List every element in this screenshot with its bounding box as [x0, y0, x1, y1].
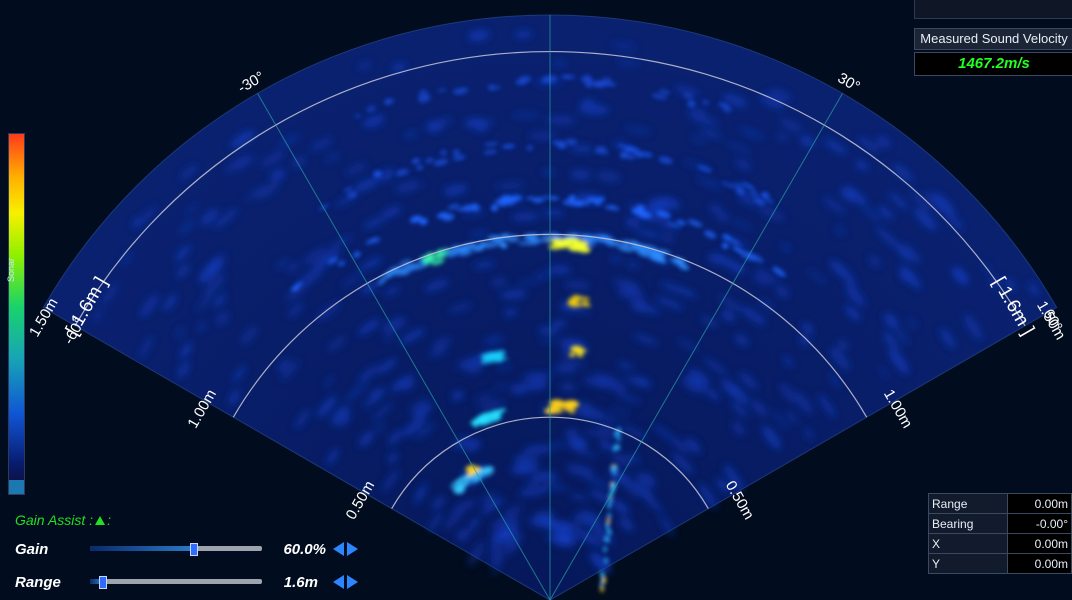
gain-stepper[interactable]: [333, 542, 361, 556]
sonar-display[interactable]: -60° -30° 30° 60° [ 1.6m ] [ 1.6m ] 0.50…: [0, 0, 1072, 600]
readout-bearing-value: -0.00°: [1007, 513, 1072, 534]
sound-velocity-panel: Measured Sound Velocity 1467.2m/s: [914, 0, 1072, 76]
color-scale-cap: [9, 480, 24, 494]
ring-label-0.50m-right: 0.50m: [722, 478, 758, 523]
readout-x-label: X: [928, 533, 1008, 554]
gain-assist-up-icon[interactable]: [95, 516, 106, 525]
gain-increase-icon[interactable]: [347, 542, 358, 556]
range-slider[interactable]: [90, 576, 262, 589]
gain-assist-label: Gain Assist :: [15, 512, 94, 528]
gain-slider-thumb[interactable]: [190, 543, 199, 556]
gain-value: 60.0%: [283, 541, 326, 558]
table-row: Range 0.00m: [928, 493, 1072, 514]
color-scale-bar: [8, 133, 25, 495]
table-row: Bearing -0.00°: [928, 513, 1072, 534]
gain-assist-colon: :: [107, 512, 111, 528]
sound-velocity-title: Measured Sound Velocity: [914, 28, 1072, 50]
range-stepper[interactable]: [333, 575, 361, 589]
top-toolbar-strip: [914, 0, 1072, 19]
gain-slider-fill: [90, 546, 194, 551]
table-row: Y 0.00m: [928, 553, 1072, 574]
cursor-readout-table: Range 0.00m Bearing -0.00° X 0.00m Y 0.00m: [928, 493, 1072, 574]
readout-bearing-label: Bearing: [928, 513, 1008, 534]
readout-range-label: Range: [928, 493, 1008, 514]
gain-decrease-icon[interactable]: [333, 542, 344, 556]
range-increase-icon[interactable]: [347, 575, 358, 589]
range-value: 1.6m: [283, 574, 318, 591]
table-row: X 0.00m: [928, 533, 1072, 554]
range-label: Range: [15, 574, 61, 591]
ring-label-1.00m-left: 1.00m: [184, 387, 220, 432]
ring-label-0.50m-left: 0.50m: [343, 478, 379, 523]
readout-range-value: 0.00m: [1007, 493, 1072, 514]
gain-label: Gain: [15, 541, 49, 558]
color-scale-label: Sonar: [6, 257, 16, 282]
range-slider-thumb[interactable]: [99, 576, 108, 589]
readout-y-label: Y: [928, 553, 1008, 574]
ring-label-1.00m-right: 1.00m: [880, 387, 916, 432]
readout-y-value: 0.00m: [1007, 553, 1072, 574]
ring-label-1.50m-left: 1.50m: [26, 295, 62, 340]
readout-x-value: 0.00m: [1007, 533, 1072, 554]
sound-velocity-value: 1467.2m/s: [914, 52, 1072, 76]
range-decrease-icon[interactable]: [333, 575, 344, 589]
gain-assist[interactable]: Gain Assist ::: [15, 512, 111, 528]
gain-slider[interactable]: [90, 543, 262, 556]
